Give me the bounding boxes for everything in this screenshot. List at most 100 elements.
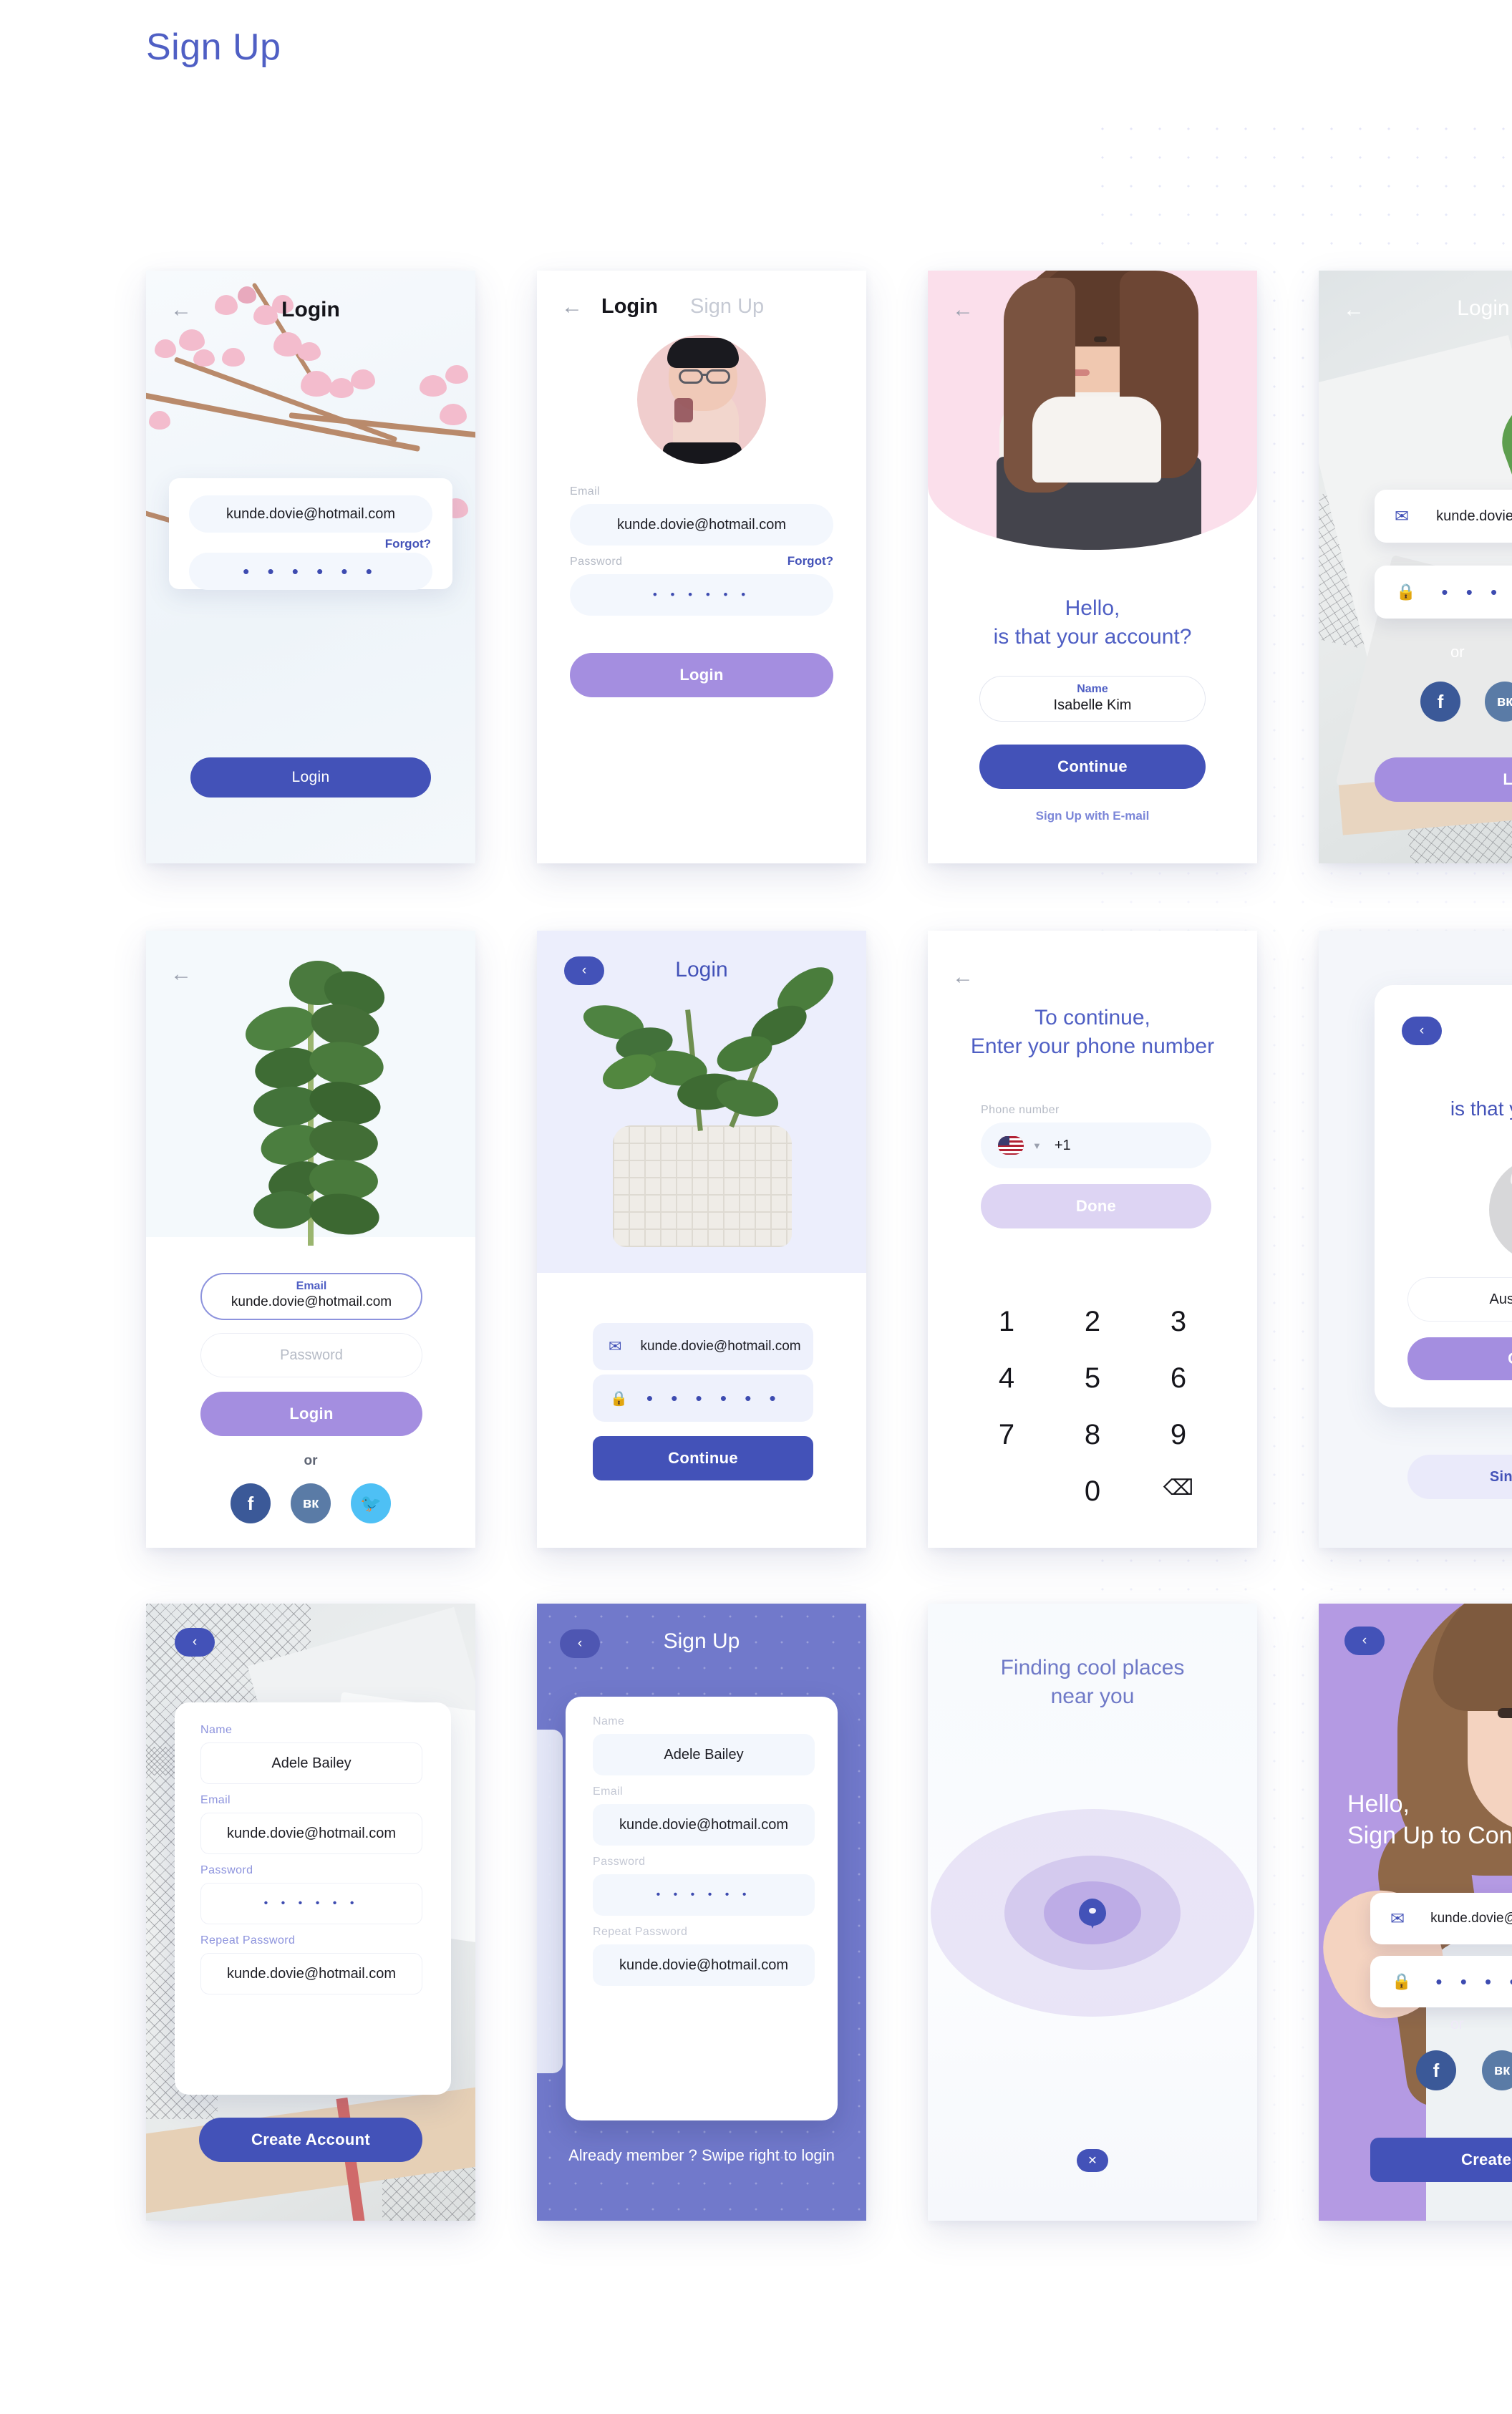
- screen-phone-number[interactable]: ← To continue, Enter your phone number P…: [928, 931, 1257, 1548]
- back-arrow-icon[interactable]: ←: [561, 296, 583, 318]
- forgot-password-link[interactable]: Forgot?: [385, 537, 431, 551]
- screen-hello-account-pink[interactable]: ← Hello, is that your account? Name Isab…: [928, 271, 1257, 863]
- email-label: Email: [296, 1280, 327, 1292]
- key-1[interactable]: 1: [964, 1306, 1050, 1338]
- vk-icon[interactable]: вк: [1482, 2050, 1512, 2090]
- chevron-down-icon[interactable]: ▼: [1032, 1140, 1042, 1151]
- login-button[interactable]: Login: [1375, 757, 1512, 802]
- email-label: Email: [570, 485, 601, 498]
- email-input[interactable]: ✉ kunde.dovie@hotmail.com: [1370, 1893, 1512, 1944]
- email-value: kunde.dovie@hotmail.com: [1436, 508, 1512, 524]
- phone-number-label: Phone number: [981, 1104, 1060, 1116]
- email-input[interactable]: kunde.dovie@hotmail.com: [189, 495, 432, 533]
- facebook-icon[interactable]: f: [231, 1483, 271, 1523]
- password-input[interactable]: 🔒 • • • • • •: [593, 1375, 813, 1422]
- key-5[interactable]: 5: [1050, 1362, 1135, 1395]
- signup-card: Name Adele Bailey Email kunde.dovie@hotm…: [566, 1697, 838, 2120]
- key-4[interactable]: 4: [964, 1362, 1050, 1395]
- screen-login-pot[interactable]: ‹ Login ✉ kunde.dovie@hotmail.com 🔒 • • …: [537, 931, 866, 1548]
- screen-login-avatar[interactable]: ← Login Sign Up Email kunde.dovie@hotmai…: [537, 271, 866, 863]
- name-input[interactable]: Name Isabelle Kim: [979, 676, 1206, 722]
- screen-signup-purple[interactable]: ‹ Sign Up Name Adele Bailey Email kunde.…: [537, 1604, 866, 2221]
- email-input[interactable]: kunde.dovie@hotmail.com: [200, 1813, 422, 1854]
- forgot-password-link[interactable]: Forgot?: [788, 554, 833, 568]
- repeat-password-input[interactable]: kunde.dovie@hotmail.com: [593, 1944, 815, 1986]
- swipe-to-login-label[interactable]: Already member ? Swipe right to login: [537, 2146, 866, 2165]
- email-input[interactable]: kunde.dovie@hotmail.com: [570, 504, 833, 546]
- twitter-icon[interactable]: 🐦: [351, 1483, 391, 1523]
- facebook-icon[interactable]: f: [1416, 2050, 1456, 2090]
- continue-button[interactable]: Continue: [593, 1436, 813, 1480]
- screen-login-blossom[interactable]: ← Login kunde.dovie@hotmail.com Forgot? …: [146, 271, 475, 863]
- login-card: kunde.dovie@hotmail.com Forgot? • • • • …: [169, 478, 452, 590]
- tab-signup[interactable]: Sign Up: [690, 295, 764, 319]
- login-button[interactable]: Login: [570, 653, 833, 697]
- back-chevron-icon[interactable]: ‹: [175, 1628, 215, 1657]
- phone-number-input[interactable]: ▼ +1: [981, 1123, 1211, 1168]
- done-button[interactable]: Done: [981, 1184, 1211, 1228]
- login-button[interactable]: Login: [200, 1392, 422, 1436]
- name-input[interactable]: Adele Bailey: [593, 1734, 815, 1775]
- screen-create-account[interactable]: ‹ Name Adele Bailey Email kunde.dovie@ho…: [146, 1604, 475, 2221]
- screen-signup-hero[interactable]: ‹ Hello, Sign Up to Continue ✉ kunde.dov…: [1319, 1604, 1512, 2221]
- back-arrow-icon[interactable]: ←: [952, 299, 974, 321]
- password-input[interactable]: 🔒 • • • • • •: [1375, 566, 1512, 619]
- close-button[interactable]: ✕: [1077, 2149, 1108, 2172]
- facebook-icon[interactable]: f: [1420, 682, 1460, 722]
- signup-with-email-link[interactable]: Sign Up with E-mail: [928, 809, 1257, 823]
- key-3[interactable]: 3: [1135, 1306, 1221, 1338]
- password-input[interactable]: • • • • • •: [200, 1883, 422, 1924]
- name-label: Name: [1077, 683, 1108, 695]
- name-value: Adele Bailey: [664, 1746, 744, 1763]
- plant-photo-background: [146, 931, 475, 1246]
- email-input[interactable]: ✉ kunde.dovie@hotmail.com: [593, 1323, 813, 1370]
- or-divider-label: or: [1450, 2016, 1464, 2032]
- login-button[interactable]: Login: [190, 757, 431, 798]
- screen-login-plant[interactable]: ← Email kunde.dovie@hotmail.com Password…: [146, 931, 475, 1548]
- name-input[interactable]: Adele Bailey: [200, 1742, 422, 1784]
- continue-button[interactable]: Continue: [979, 745, 1206, 789]
- heading-line-2: is that your account?: [1450, 1097, 1512, 1120]
- back-arrow-icon[interactable]: ←: [952, 966, 974, 988]
- password-dots: • • • • • •: [243, 561, 379, 582]
- password-dots: • • • • • •: [652, 588, 751, 601]
- continue-button[interactable]: Continue: [1407, 1337, 1512, 1380]
- dial-code: +1: [1054, 1137, 1071, 1153]
- backspace-icon[interactable]: ⌫: [1135, 1475, 1221, 1508]
- tab-login[interactable]: Login: [601, 295, 658, 319]
- screen-finding-places[interactable]: Finding cool places near you ✕: [928, 1604, 1257, 2221]
- password-input[interactable]: Password: [200, 1333, 422, 1377]
- password-dots: • • • • • •: [1435, 1971, 1512, 1992]
- key-9[interactable]: 9: [1135, 1419, 1221, 1451]
- password-input[interactable]: 🔒 • • • • • •: [1370, 1956, 1512, 2007]
- email-input[interactable]: kunde.dovie@hotmail.com: [593, 1804, 815, 1846]
- key-6[interactable]: 6: [1135, 1362, 1221, 1395]
- password-input[interactable]: • • • • • •: [189, 553, 432, 590]
- key-7[interactable]: 7: [964, 1419, 1050, 1451]
- social-row: f вк 🐦: [146, 1483, 475, 1523]
- key-0[interactable]: 0: [1050, 1475, 1135, 1508]
- name-input[interactable]: Austin Fitzgerald: [1407, 1277, 1512, 1322]
- create-account-button[interactable]: Create Account: [199, 2118, 422, 2162]
- card-stack-edge: [537, 1730, 563, 2073]
- vk-icon[interactable]: вк: [1485, 682, 1512, 722]
- numeric-keypad[interactable]: 1 2 3 4 5 6 7 8 9 0 ⌫: [964, 1306, 1221, 1508]
- screen-hello-account-card[interactable]: ‹ Hello, is that your account? Austin Fi…: [1319, 931, 1512, 1548]
- key-8[interactable]: 8: [1050, 1419, 1135, 1451]
- back-chevron-icon[interactable]: ‹: [1402, 1017, 1442, 1045]
- repeat-password-input[interactable]: kunde.dovie@hotmail.com: [200, 1953, 422, 1994]
- signup-with-email-button[interactable]: Sing up with E-mail: [1407, 1455, 1512, 1499]
- social-row: f вк: [1420, 682, 1512, 722]
- screen-login-photo[interactable]: ← Login ✉ kunde.dovie@hotmail.com 🔒 • • …: [1319, 271, 1512, 863]
- key-2[interactable]: 2: [1050, 1306, 1135, 1338]
- account-card: ‹ Hello, is that your account? Austin Fi…: [1375, 985, 1512, 1407]
- password-input[interactable]: • • • • • •: [570, 574, 833, 616]
- email-input[interactable]: ✉ kunde.dovie@hotmail.com: [1375, 490, 1512, 543]
- heading-line-2: is that your account?: [993, 624, 1192, 649]
- password-input[interactable]: • • • • • •: [593, 1874, 815, 1916]
- back-arrow-icon[interactable]: ←: [170, 964, 192, 985]
- vk-icon[interactable]: вк: [291, 1483, 331, 1523]
- email-input[interactable]: Email kunde.dovie@hotmail.com: [200, 1273, 422, 1320]
- create-account-button[interactable]: Create Account: [1370, 2138, 1512, 2182]
- back-chevron-icon[interactable]: ‹: [1344, 1627, 1385, 1655]
